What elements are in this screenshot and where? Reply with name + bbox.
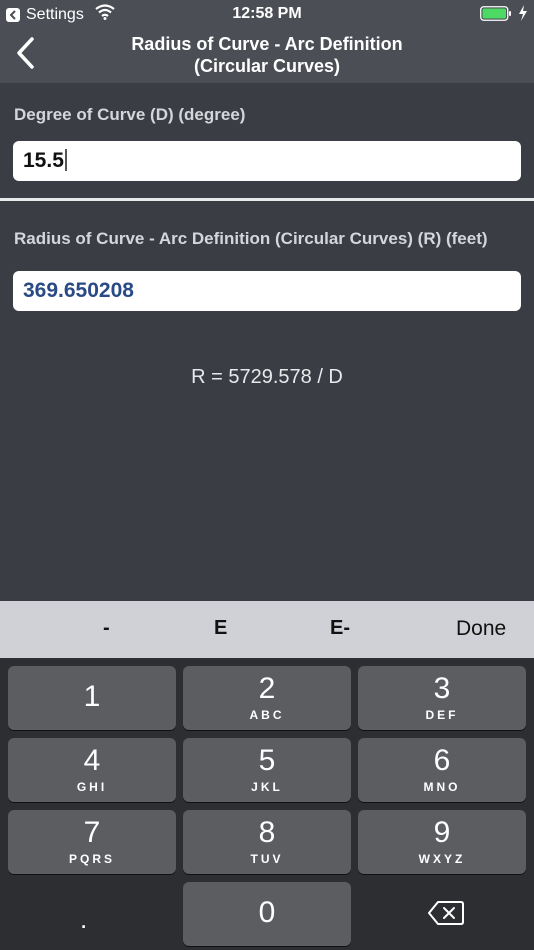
radius-output-field[interactable]: 369.650208 [13,271,521,311]
key-1[interactable]: 1 [8,666,176,730]
degree-of-curve-label: Degree of Curve (D) (degree) [14,105,246,124]
numeric-keypad: 1 2 ABC 3 DEF 4 GHI 5 JKL 6 MNO 7 PQRS 8… [0,658,534,950]
done-button[interactable]: Done [456,617,506,641]
key-0-digit: 0 [258,896,276,929]
key-4-digit: 4 [83,744,101,777]
key-3[interactable]: 3 DEF [358,666,526,730]
degree-of-curve-value: 15.5 [23,149,64,172]
page-title-line1: Radius of Curve - Arc Definition [131,34,403,54]
key-1-digit: 1 [83,680,101,713]
key-4-letters: GHI [76,780,108,794]
status-time: 12:58 PM [232,5,302,22]
key-4[interactable]: 4 GHI [8,738,176,802]
calculator-form: Degree of Curve (D) (degree) 15.5 Radius… [0,83,534,601]
navigation-bar: Settings 12:58 PM Radius of Curve - Arc … [0,0,534,83]
key-7-digit: 7 [83,816,101,849]
section-divider [0,198,534,201]
key-8[interactable]: 8 TUV [183,810,351,874]
battery-icon [480,6,512,26]
key-2-digit: 2 [258,672,276,705]
key-2-letters: ABC [249,708,285,722]
key-5-letters: JKL [251,780,283,794]
decimal-point-key[interactable]: . [80,904,87,935]
page-title: Radius of Curve - Arc Definition (Circul… [60,33,474,77]
key-9-letters: WXYZ [418,852,466,866]
backspace-icon[interactable] [428,900,464,931]
key-7[interactable]: 7 PQRS [8,810,176,874]
key-3-letters: DEF [425,708,459,722]
key-6-letters: MNO [423,780,461,794]
keyboard-accessory-bar: - E E- Done [0,601,534,658]
back-chevron-icon[interactable] [12,36,42,72]
degree-of-curve-input[interactable]: 15.5 [13,141,521,181]
radius-value: 369.650208 [23,279,134,302]
radius-label: Radius of Curve - Arc Definition (Circul… [14,229,488,248]
minus-button[interactable]: - [103,617,110,640]
key-6-digit: 6 [433,744,451,777]
formula-text: R = 5729.578 / D [191,366,343,388]
key-0[interactable]: 0 [183,882,351,946]
key-9-digit: 9 [433,816,451,849]
key-5[interactable]: 5 JKL [183,738,351,802]
key-3-digit: 3 [433,672,451,705]
key-6[interactable]: 6 MNO [358,738,526,802]
key-8-letters: TUV [250,852,284,866]
key-2[interactable]: 2 ABC [183,666,351,730]
key-9[interactable]: 9 WXYZ [358,810,526,874]
text-caret [64,149,67,171]
key-7-letters: PQRS [68,852,115,866]
exponent-minus-button[interactable]: E- [330,617,350,640]
page-title-line2: (Circular Curves) [193,56,341,76]
status-bar: Settings 12:58 PM [0,0,534,28]
key-8-digit: 8 [258,816,276,849]
key-5-digit: 5 [258,744,276,777]
charging-icon [518,5,528,26]
exponent-button[interactable]: E [214,617,227,640]
